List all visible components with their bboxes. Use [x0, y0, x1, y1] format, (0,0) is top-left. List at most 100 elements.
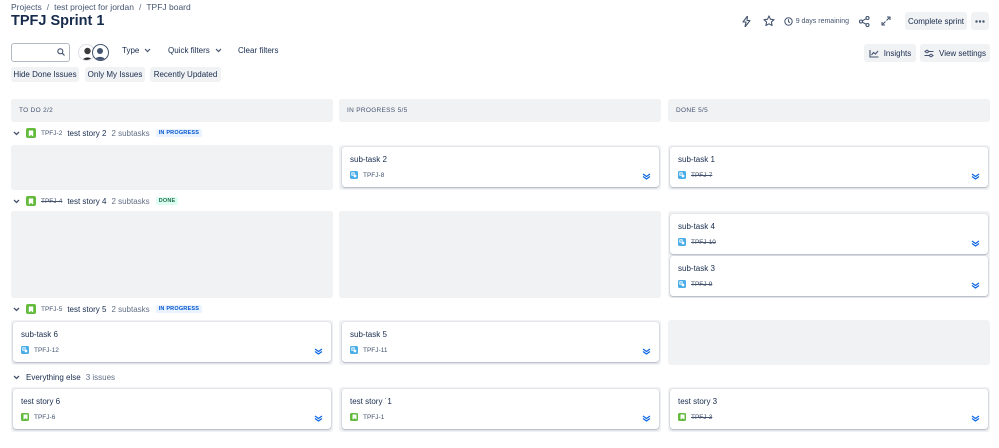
issue-key[interactable]: TPFJ-3 — [691, 414, 712, 421]
breadcrumb-separator: / — [46, 2, 50, 12]
page-title: TPFJ Sprint 1 — [11, 13, 105, 29]
issue-key[interactable]: TPFJ-4 — [41, 198, 62, 205]
expand-icon[interactable] — [879, 12, 893, 30]
card-title: test story ˙1 — [350, 397, 392, 406]
quick-filter-recently-updated[interactable]: Recently Updated — [150, 67, 221, 82]
column-cell-empty — [11, 145, 333, 190]
issue-card[interactable]: sub-task 4 TPFJ-10 — [670, 214, 988, 254]
column-cell-empty — [668, 320, 990, 365]
breadcrumb-project-link[interactable]: test project for jordan — [54, 2, 134, 12]
issue-card[interactable]: sub-task 5 TPFJ-11 — [342, 322, 659, 362]
issue-key[interactable]: TPFJ-12 — [34, 347, 59, 354]
status-badge: IN PROGRESS — [155, 129, 203, 137]
issue-key[interactable]: TPFJ-10 — [691, 239, 716, 246]
column-name: IN PROGRESS — [347, 107, 396, 114]
quick-filter-hide-done[interactable]: Hide Done Issues — [11, 67, 79, 82]
card-key-row: TPFJ-12 — [21, 346, 59, 354]
view-settings-button[interactable]: View settings — [920, 44, 990, 62]
subtask-icon — [350, 346, 358, 354]
issue-card[interactable]: test story 6 TPFJ-6 — [13, 389, 331, 429]
clear-filters-button[interactable]: Clear filters — [238, 46, 278, 55]
swimlane-summary: test story 4 — [67, 196, 107, 206]
priority-lowest-icon — [971, 240, 980, 247]
column-count: 5/5 — [698, 107, 709, 114]
swimlane-header[interactable]: TPFJ-5 test story 5 2 subtasks IN PROGRE… — [13, 303, 203, 315]
status-badge: IN PROGRESS — [155, 305, 203, 313]
swimlane-header[interactable]: TPFJ-4 test story 4 2 subtasks DONE — [13, 195, 179, 207]
issue-key[interactable]: TPFJ-1 — [363, 414, 384, 421]
issue-key[interactable]: TPFJ-6 — [34, 414, 55, 421]
chevron-down-icon[interactable] — [13, 197, 21, 205]
share-icon[interactable] — [857, 12, 871, 30]
swimlane-summary: test story 2 — [67, 128, 107, 138]
chevron-down-icon[interactable] — [13, 373, 21, 381]
quick-filter-only-my-issues[interactable]: Only My Issues — [85, 67, 145, 82]
quick-filters-dropdown[interactable]: Quick filters — [168, 46, 222, 55]
quick-filters-label: Quick filters — [168, 46, 210, 55]
lightning-icon[interactable] — [740, 12, 754, 30]
story-icon — [350, 413, 358, 421]
issue-card[interactable]: test story 3 TPFJ-3 — [670, 389, 988, 429]
chevron-down-icon — [215, 48, 222, 53]
column-name: DONE — [676, 107, 696, 114]
avatar-unassigned[interactable] — [92, 44, 109, 61]
insights-button[interactable]: Insights — [864, 44, 916, 62]
issue-key[interactable]: TPFJ-11 — [363, 347, 387, 354]
issue-key[interactable]: TPFJ-7 — [691, 172, 712, 179]
card-title: sub-task 6 — [21, 330, 58, 339]
issue-card[interactable]: test story ˙1 TPFJ-1 — [342, 389, 659, 429]
issue-key[interactable]: TPFJ-9 — [691, 281, 712, 288]
chart-icon — [869, 49, 879, 58]
swimlane-header[interactable]: TPFJ-2 test story 2 2 subtasks IN PROGRE… — [13, 127, 203, 139]
column-header-todo: TO DO 2/2 — [11, 99, 333, 122]
issue-card[interactable]: sub-task 3 TPFJ-9 — [670, 256, 988, 296]
more-actions-button[interactable] — [971, 12, 989, 30]
card-key-row: TPFJ-6 — [21, 413, 55, 421]
card-title: sub-task 4 — [678, 222, 715, 231]
issue-card[interactable]: sub-task 6 TPFJ-12 — [13, 322, 331, 362]
breadcrumb: Projects / test project for jordan / TPF… — [11, 2, 191, 12]
issue-key[interactable]: TPFJ-2 — [41, 130, 62, 137]
complete-sprint-button[interactable]: Complete sprint — [905, 12, 967, 30]
subtask-count: 2 subtasks — [111, 196, 150, 206]
swimlane-summary: test story 5 — [67, 304, 107, 314]
days-remaining-text: 9 days remaining — [795, 17, 849, 25]
chevron-down-icon — [144, 48, 151, 53]
subtask-count: 2 subtasks — [111, 304, 150, 314]
column-name: TO DO — [19, 107, 41, 114]
column-header-done: DONE 5/5 — [668, 99, 990, 122]
header-actions: 9 days remaining Complete sprint — [740, 12, 989, 30]
status-badge: DONE — [155, 197, 179, 205]
issue-count: 3 issues — [85, 372, 116, 382]
breadcrumb-projects-link[interactable]: Projects — [11, 2, 42, 12]
type-filter-dropdown[interactable]: Type — [122, 46, 151, 55]
card-key-row: TPFJ-11 — [350, 346, 387, 354]
insights-label: Insights — [883, 48, 912, 58]
issue-card[interactable]: sub-task 2 TPFJ-8 — [342, 147, 659, 187]
breadcrumb-board-link[interactable]: TPFJ board — [146, 2, 190, 12]
card-title: sub-task 5 — [350, 330, 387, 339]
story-icon — [678, 413, 686, 421]
star-icon[interactable] — [762, 12, 776, 30]
priority-lowest-icon — [642, 348, 651, 355]
clock-icon — [783, 16, 793, 26]
priority-lowest-icon — [971, 282, 980, 289]
chevron-down-icon[interactable] — [13, 129, 21, 137]
chevron-down-icon[interactable] — [13, 305, 21, 313]
card-title: test story 6 — [21, 397, 61, 406]
issue-key[interactable]: TPFJ-5 — [41, 306, 62, 313]
subtask-icon — [350, 171, 358, 179]
issue-card[interactable]: sub-task 1 TPFJ-7 — [670, 147, 988, 187]
story-icon — [26, 304, 36, 314]
sprint-time-remaining: 9 days remaining — [783, 16, 849, 26]
settings-sliders-icon — [924, 49, 934, 57]
swimlane-header-everything-else[interactable]: Everything else 3 issues — [13, 371, 121, 383]
subtask-icon — [21, 346, 29, 354]
search-input[interactable] — [11, 43, 70, 62]
issue-key[interactable]: TPFJ-8 — [363, 172, 384, 179]
card-key-row: TPFJ-1 — [350, 413, 384, 421]
card-key-row: TPFJ-9 — [678, 280, 712, 288]
priority-lowest-icon — [642, 173, 651, 180]
search-icon — [57, 48, 65, 56]
subtask-icon — [678, 238, 686, 246]
